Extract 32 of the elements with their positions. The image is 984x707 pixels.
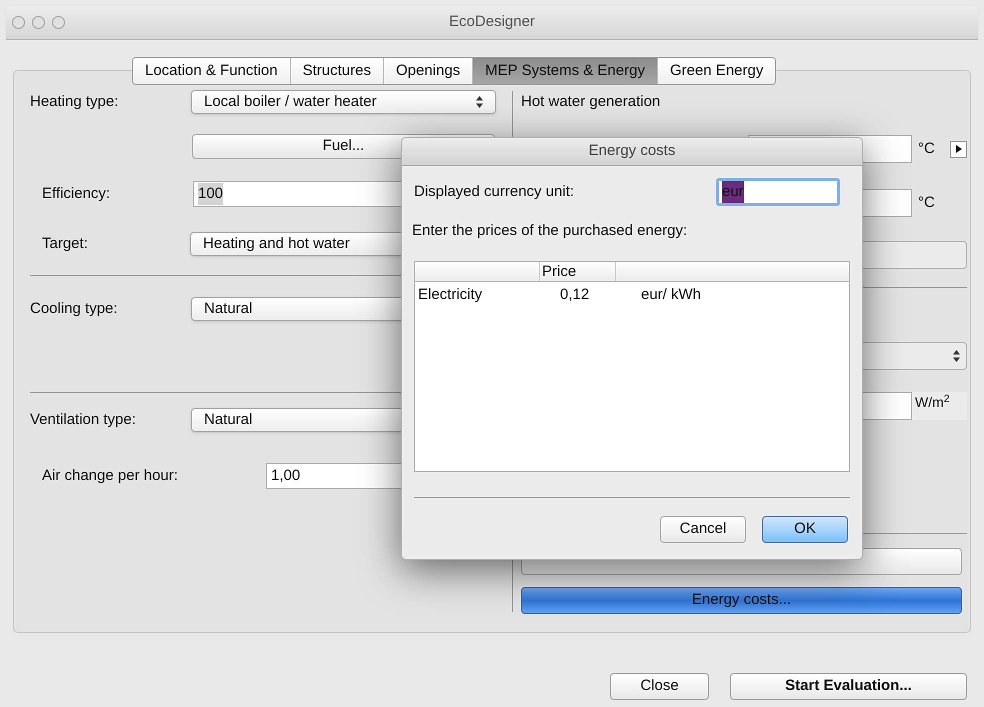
tab[interactable]: Green Energy bbox=[656, 58, 776, 84]
stepper-icon bbox=[953, 350, 960, 362]
window-title: EcoDesigner bbox=[449, 12, 535, 32]
dialog-button[interactable]: Cancel bbox=[660, 516, 746, 542]
field-label: Efficiency: bbox=[42, 184, 112, 204]
unit-label: W/m$^{2}$ bbox=[912, 392, 967, 420]
tab[interactable]: MEP Systems & Energy bbox=[472, 58, 657, 84]
field-label: Air change per hour: bbox=[42, 466, 179, 486]
tab[interactable]: Structures bbox=[290, 58, 383, 84]
dropdown[interactable]: Local boiler / water heater bbox=[191, 90, 496, 114]
unit-label: °C bbox=[917, 192, 936, 213]
play-icon[interactable] bbox=[950, 140, 967, 158]
energy-button[interactable]: Energy costs... bbox=[521, 587, 962, 614]
window-control-icon[interactable] bbox=[32, 16, 45, 29]
field-label: Target: bbox=[42, 234, 89, 254]
field-label: Ventilation type: bbox=[30, 410, 137, 430]
table-cell-text: eur/ kWh bbox=[641, 285, 702, 306]
tab[interactable]: Location & Function bbox=[133, 58, 290, 84]
table-cell-text: 0,12 bbox=[560, 285, 590, 306]
window-control-icon[interactable] bbox=[12, 16, 25, 29]
section-title: Hot water generation bbox=[521, 92, 662, 112]
footer-button[interactable]: Close bbox=[610, 673, 709, 700]
unit-label: °C bbox=[917, 138, 936, 159]
field-label: Heating type: bbox=[30, 92, 120, 112]
dialog-button[interactable]: OK bbox=[762, 516, 848, 542]
dialog-title: Energy costs bbox=[402, 138, 862, 166]
window-control-icon[interactable] bbox=[52, 16, 65, 29]
footer-button[interactable]: Start Evaluation... bbox=[730, 673, 967, 700]
tab[interactable]: Openings bbox=[382, 58, 472, 84]
column-header[interactable]: Price bbox=[540, 262, 616, 280]
field-label: Cooling type: bbox=[30, 298, 119, 319]
stepper-icon bbox=[476, 96, 483, 108]
